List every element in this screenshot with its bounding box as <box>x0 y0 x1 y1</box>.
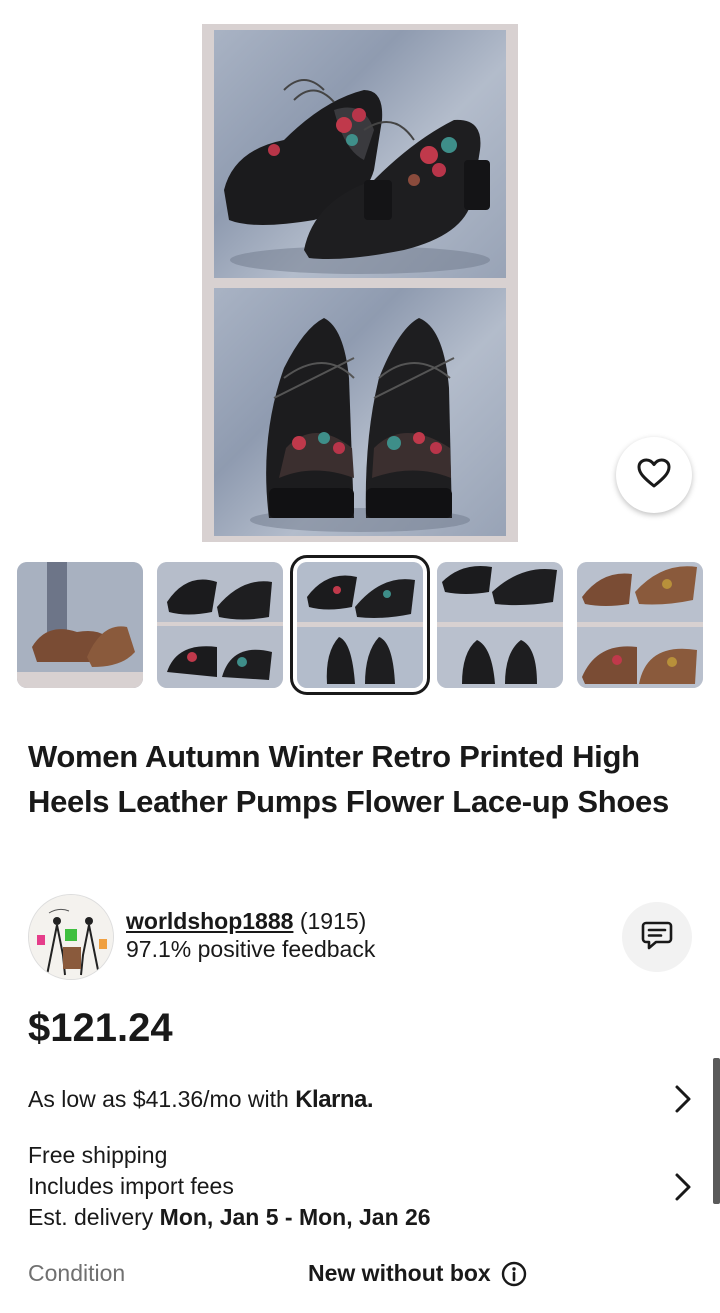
shipping-cost: Free shipping <box>28 1142 168 1168</box>
seller-name-link[interactable]: worldshop1888 <box>126 908 293 934</box>
klarna-financing-label: As low as $41.36/mo with <box>28 1086 289 1112</box>
favorite-button[interactable] <box>616 437 692 513</box>
product-price: $121.24 <box>28 1006 173 1050</box>
message-icon <box>640 920 674 955</box>
product-title: Women Autumn Winter Retro Printed High H… <box>28 739 669 819</box>
thumbnail-2[interactable] <box>157 562 283 688</box>
thumbnail-4[interactable] <box>437 562 563 688</box>
contact-seller-button[interactable] <box>622 902 692 972</box>
chevron-right-icon <box>674 1084 692 1120</box>
delivery-dates: Mon, Jan 5 - Mon, Jan 26 <box>159 1204 431 1230</box>
main-product-image[interactable] <box>202 24 518 542</box>
thumbnail-1[interactable] <box>17 562 143 688</box>
heart-icon <box>636 457 672 494</box>
seller-name-line: worldshop1888 (1915) <box>126 908 366 935</box>
klarna-financing-row[interactable]: As low as $41.36/mo with Klarna. <box>28 1084 692 1118</box>
condition-value[interactable]: New without box <box>308 1260 527 1287</box>
klarna-logo: Klarna. <box>295 1086 374 1113</box>
condition-label: Condition <box>28 1260 126 1286</box>
seller-positive-feedback: 97.1% positive feedback <box>126 936 376 962</box>
estimated-delivery: Est. delivery Mon, Jan 5 - Mon, Jan 26 <box>28 1202 692 1233</box>
thumbnail-5[interactable] <box>577 562 703 688</box>
page-scrollbar[interactable] <box>713 1058 720 1204</box>
shipping-info-row[interactable]: Free shipping Includes import fees Est. … <box>28 1140 692 1236</box>
condition-text: New without box <box>308 1260 491 1286</box>
thumbnail-3[interactable] <box>290 555 430 695</box>
chevron-right-icon <box>674 1172 692 1210</box>
carousel-top-indicator <box>0 0 720 2</box>
delivery-label: Est. delivery <box>28 1204 154 1230</box>
seller-avatar[interactable] <box>28 894 114 980</box>
import-fees: Includes import fees <box>28 1173 234 1199</box>
product-photo-pair-front <box>214 288 506 536</box>
klarna-financing-text: As low as $41.36/mo with Klarna. <box>28 1086 374 1114</box>
seller-feedback-count: (1915) <box>299 908 367 934</box>
product-photo-pair-side <box>214 30 506 278</box>
info-icon[interactable] <box>501 1261 527 1287</box>
thumbnail-strip <box>0 555 720 695</box>
